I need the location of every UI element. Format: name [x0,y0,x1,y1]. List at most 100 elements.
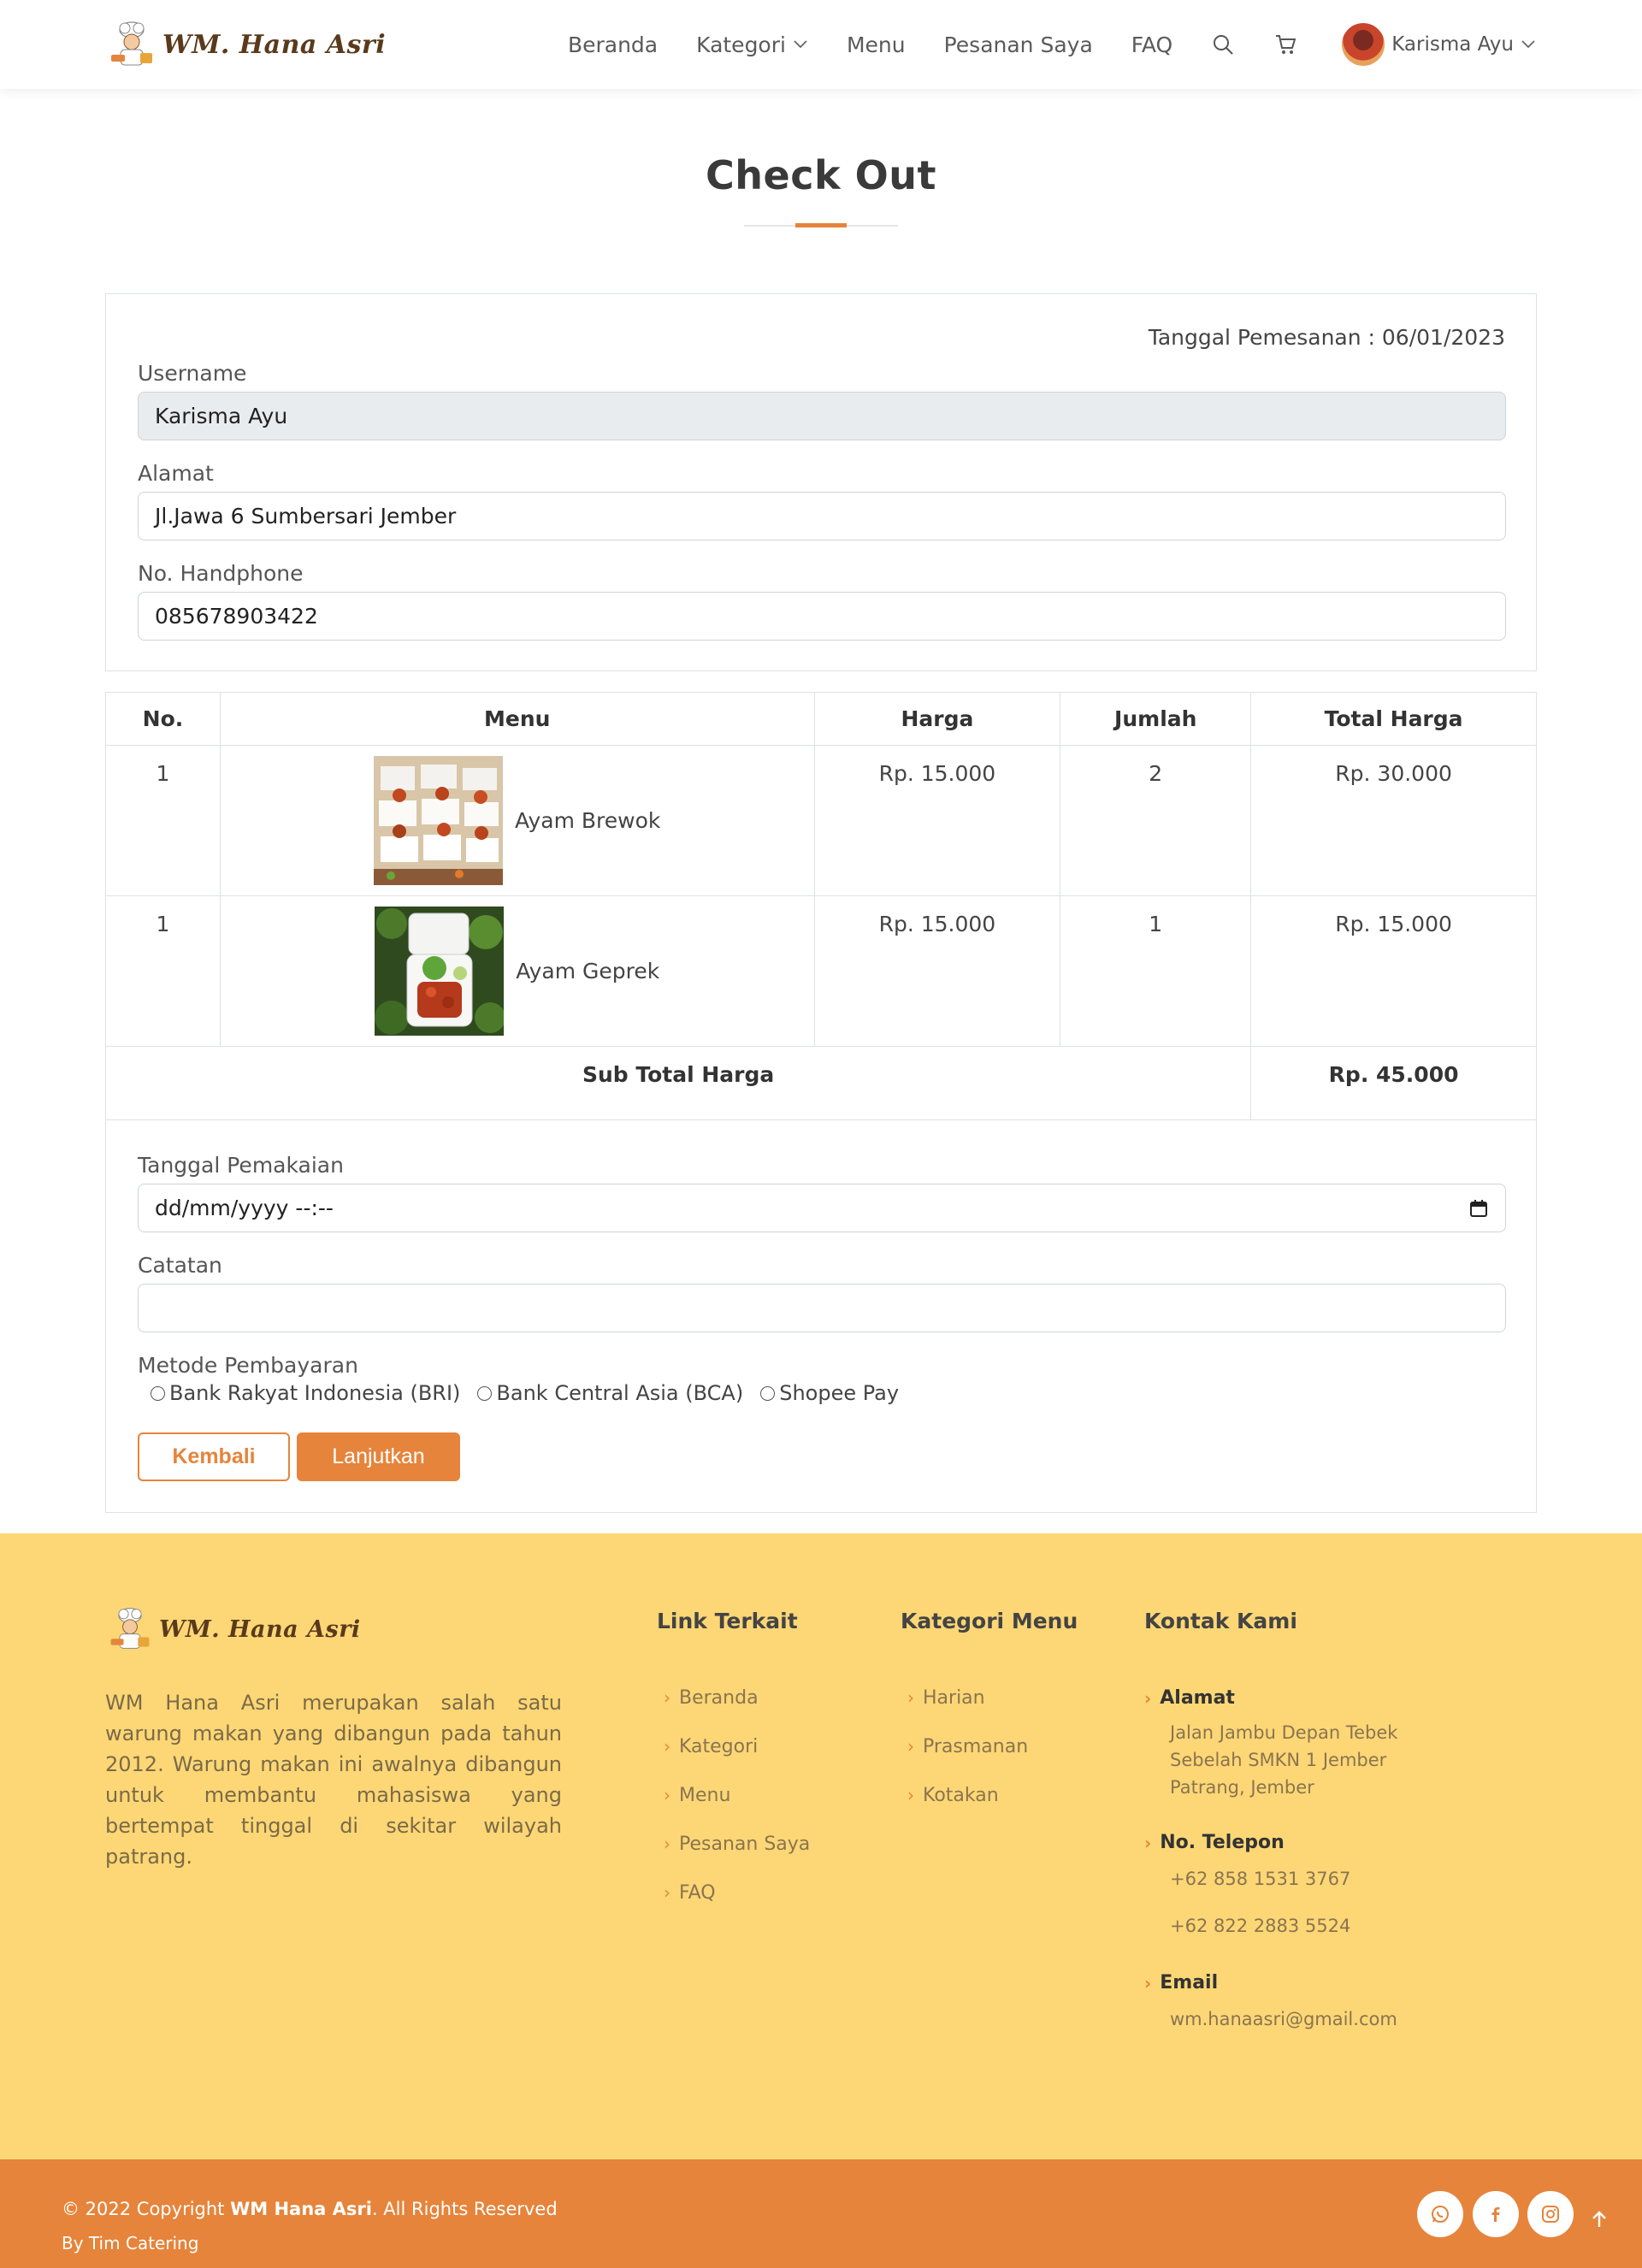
contact-address-line: Jalan Jambu Depan Tebek [1170,1722,1398,1743]
address-field[interactable]: Jl.Jawa 6 Sumbersari Jember [138,492,1506,540]
nav-beranda[interactable]: Beranda [568,32,658,57]
user-menu[interactable]: Karisma Ayu [1342,23,1536,66]
chevron-down-icon [794,40,807,49]
footer-category-harian[interactable]: › Harian [907,1687,1028,1736]
row-menu-name: Ayam Brewok [515,808,661,833]
payment-option-label: Shopee Pay [779,1381,900,1405]
site-footer: WM. Hana Asri WM Hana Asri merupakan sal… [0,1533,1642,2159]
contact-address-line: Sebelah SMKN 1 Jember [1170,1750,1387,1770]
chevron-right-icon: › [907,1687,914,1708]
contact-email[interactable]: wm.hanaasri@gmail.com [1170,2005,1503,2033]
chef-logo-icon [110,1608,150,1649]
notes-label: Catatan [138,1253,222,1278]
payment-option-bri[interactable]: Bank Rakyat Indonesia (BRI) [151,1381,460,1405]
table-row: 1 Ayam Geprek Rp. 15.000 1 Rp. 15.000 [105,895,1537,1047]
main-nav: Beranda Kategori Menu Pesanan Saya FAQ K… [529,0,1536,89]
row-total: Rp. 30.000 [1250,745,1537,896]
row-qty: 1 [1060,895,1252,1047]
footer-category-prasmanan[interactable]: › Prasmanan [907,1736,1028,1785]
contact-address-line: Patrang, Jember [1170,1777,1314,1798]
footer-link-label: FAQ [679,1882,716,1904]
back-button[interactable]: Kembali [138,1432,290,1481]
instagram-icon[interactable] [1527,2191,1574,2237]
contact-phone[interactable]: +62 858 1531 3767 [1170,1865,1503,1893]
credits: By Tim Catering [62,2233,199,2253]
facebook-icon[interactable] [1473,2191,1519,2237]
user-name: Karisma Ayu [1391,33,1514,56]
payment-option-bca[interactable]: Bank Central Asia (BCA) [477,1381,743,1405]
radio-button[interactable] [477,1385,493,1401]
col-header-qty: Jumlah [1060,692,1252,746]
footer-contact: › Alamat Jalan Jambu Depan Tebek Sebelah … [1144,1687,1503,2033]
nav-pesanan-saya[interactable]: Pesanan Saya [944,32,1093,57]
payment-label: Metode Pembayaran [138,1353,358,1378]
search-icon[interactable] [1211,32,1235,56]
footer-links-title: Link Terkait [657,1609,798,1633]
contact-email-head-label: Email [1160,1972,1219,1993]
copyright-brand: WM Hana Asri [230,2199,372,2219]
footer-link-label: Beranda [679,1687,759,1709]
site-header: WM. Hana Asri Beranda Kategori Menu Pesa… [0,0,1642,89]
footer-brand-name: WM. Hana Asri [159,1615,361,1643]
calendar-icon[interactable] [1469,1199,1488,1218]
cart-icon[interactable] [1273,32,1297,56]
username-field[interactable]: Karisma Ayu [138,392,1506,440]
chevron-right-icon: › [664,1736,670,1757]
footer-category-label: Harian [923,1687,985,1709]
food-photo-ayam-brewok [374,756,504,885]
page-title: Check Out [706,152,936,198]
payment-option-label: Bank Rakyat Indonesia (BRI) [169,1381,461,1405]
usage-date-placeholder: dd/mm/yyyy --:-- [155,1196,334,1220]
footer-link-beranda[interactable]: › Beranda [664,1687,810,1736]
footer-link-menu[interactable]: › Menu [664,1785,810,1834]
whatsapp-icon[interactable] [1417,2191,1463,2237]
nav-menu[interactable]: Menu [847,32,906,57]
footer-logo[interactable]: WM. Hana Asri [106,1605,361,1653]
footer-link-faq[interactable]: › FAQ [664,1882,810,1931]
row-qty: 2 [1060,745,1252,896]
brand-name: WM. Hana Asri [162,29,387,60]
address-label: Alamat [138,461,214,486]
table-row: 1 Ayam Brewok Rp. 15.000 2 Rp. 30.000 [105,745,1537,896]
row-menu-name: Ayam Geprek [516,959,660,983]
chevron-down-icon [1521,40,1535,49]
row-price: Rp. 15.000 [813,895,1061,1047]
chevron-right-icon: › [907,1785,914,1805]
contact-email-head: › Email [1144,1972,1503,1993]
phone-label: No. Handphone [138,561,304,586]
order-form-card: Tanggal Pemakaian dd/mm/yyyy --:-- Catat… [105,1119,1537,1513]
contact-phone-head: › No. Telepon [1144,1832,1503,1853]
radio-button[interactable] [151,1385,165,1401]
col-header-menu: Menu [219,692,815,746]
footer-link-kategori[interactable]: › Kategori [664,1736,810,1785]
nav-faq[interactable]: FAQ [1131,32,1172,57]
notes-input[interactable] [138,1284,1506,1332]
nav-kategori-label: Kategori [696,32,786,57]
username-label: Username [138,361,247,386]
chevron-right-icon: › [1144,1972,1152,1993]
contact-address-head-label: Alamat [1160,1687,1235,1709]
continue-button[interactable]: Lanjutkan [297,1432,460,1481]
title-divider-accent [795,223,847,227]
usage-date-input[interactable]: dd/mm/yyyy --:-- [138,1184,1506,1232]
footer-category-kotakan[interactable]: › Kotakan [907,1785,1028,1834]
payment-options: Bank Rakyat Indonesia (BRI) Bank Central… [151,1381,916,1405]
payment-option-shopeepay[interactable]: Shopee Pay [760,1381,899,1405]
copyright-suffix: . All Rights Reserved [371,2199,558,2219]
footer-link-pesanan-saya[interactable]: › Pesanan Saya [664,1834,810,1882]
brand-logo[interactable]: WM. Hana Asri [106,19,386,70]
col-header-total: Total Harga [1250,692,1537,746]
phone-field[interactable]: 085678903422 [138,592,1506,641]
contact-phone[interactable]: +62 822 2883 5524 [1170,1912,1503,1940]
radio-button[interactable] [760,1385,776,1401]
footer-category-label: Kotakan [923,1785,999,1806]
chevron-right-icon: › [664,1834,670,1854]
chevron-right-icon: › [1144,1687,1152,1709]
arrow-up-icon[interactable] [1586,2206,1612,2232]
row-price: Rp. 15.000 [813,745,1061,896]
contact-phone-head-label: No. Telepon [1160,1832,1285,1853]
footer-link-label: Menu [679,1785,731,1806]
footer-categories-list: › Harian › Prasmanan › Kotakan [907,1687,1028,1834]
nav-kategori[interactable]: Kategori [696,32,808,57]
footer-link-label: Kategori [679,1736,759,1757]
